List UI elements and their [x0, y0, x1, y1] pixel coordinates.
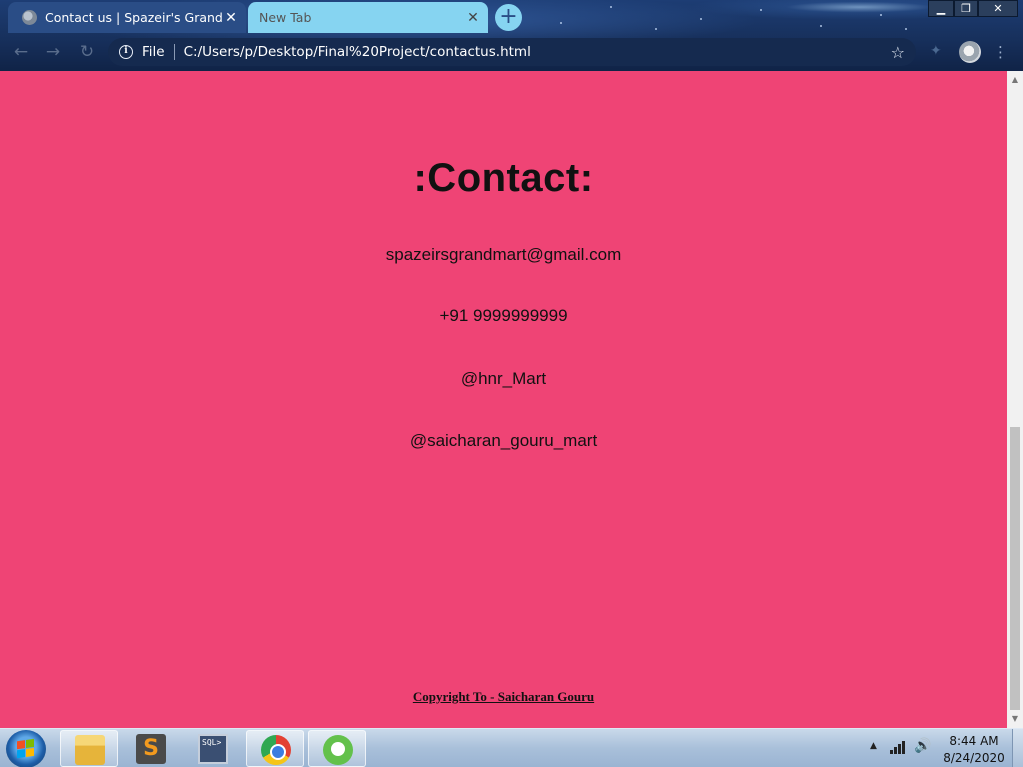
scroll-up-arrow-icon[interactable]: ▲	[1007, 73, 1023, 87]
volume-icon[interactable]: 🔊	[914, 738, 931, 754]
scroll-down-arrow-icon[interactable]: ▼	[1007, 712, 1023, 726]
back-arrow-icon[interactable]: ←	[10, 41, 32, 63]
network-signal-icon[interactable]	[890, 740, 908, 754]
contact-email: spazeirsgrandmart@gmail.com	[385, 245, 622, 264]
system-clock[interactable]: 8:44 AM 8/24/2020	[938, 733, 1010, 767]
clock-time: 8:44 AM	[949, 734, 999, 748]
social-handle-2: @saicharan_gouru_mart	[409, 431, 598, 450]
show-desktop-button[interactable]	[1012, 729, 1023, 767]
folder-icon	[75, 735, 105, 765]
tab-title: Contact us | Spazeir's Grand Mart	[45, 10, 222, 25]
restore-button[interactable]: ❐	[954, 0, 978, 17]
taskbar-sublime[interactable]: S	[122, 730, 180, 767]
reload-icon[interactable]: ↻	[76, 41, 98, 63]
contact-phone: +91 9999999999	[439, 306, 568, 325]
scheme-label: File	[142, 44, 165, 60]
scrollbar-thumb[interactable]	[1010, 427, 1020, 710]
windows-logo-icon	[17, 738, 35, 760]
taskbar-green-app[interactable]	[308, 730, 366, 767]
vertical-scrollbar[interactable]: ▲ ▼	[1007, 71, 1023, 728]
window-close-button[interactable]: ✕	[978, 0, 1018, 17]
start-button[interactable]	[6, 730, 46, 767]
minimize-button[interactable]: ▁	[928, 0, 954, 17]
profile-avatar[interactable]	[959, 41, 981, 63]
new-tab-button[interactable]: +	[495, 4, 522, 31]
chrome-icon	[261, 735, 291, 765]
social-handle-1: @hnr_Mart	[460, 369, 547, 388]
page-heading: :Contact:	[413, 156, 594, 200]
tab-close-icon[interactable]: ✕	[464, 10, 482, 26]
globe-favicon-icon	[22, 10, 37, 25]
address-bar[interactable]: i File C:/Users/p/Desktop/Final%20Projec…	[108, 38, 916, 66]
forward-arrow-icon[interactable]: →	[42, 41, 64, 63]
url-text[interactable]: C:/Users/p/Desktop/Final%20Project/conta…	[184, 44, 891, 60]
footer-copyright: Copyright To - Saicharan Gouru	[412, 689, 595, 704]
show-hidden-icons-icon[interactable]: ▲	[870, 741, 877, 751]
page-viewport: :Contact: spazeirsgrandmart@gmail.com +9…	[0, 71, 1007, 728]
info-icon[interactable]: i	[119, 45, 133, 59]
taskbar-sql[interactable]: SQL>	[184, 730, 242, 767]
address-divider	[173, 44, 175, 60]
tab-contact-us[interactable]: Contact us | Spazeir's Grand Mart ✕	[8, 2, 246, 33]
sublime-text-icon: S	[136, 734, 166, 764]
green-app-icon	[323, 735, 353, 765]
browser-chrome: Contact us | Spazeir's Grand Mart ✕ New …	[0, 0, 1023, 71]
bookmark-star-icon[interactable]: ☆	[891, 43, 905, 62]
sql-console-icon: SQL>	[198, 734, 228, 764]
extension-puzzle-icon[interactable]: ✦	[930, 43, 946, 59]
taskbar-chrome[interactable]	[246, 730, 304, 767]
tab-title: New Tab	[259, 10, 312, 25]
taskbar-explorer[interactable]	[60, 730, 118, 767]
tab-new-tab[interactable]: New Tab ✕	[248, 2, 488, 33]
browser-menu-icon[interactable]: ⋮	[993, 41, 1008, 63]
windows-taskbar: S SQL> ▲ 🔊 8:44 AM 8/24/2020	[0, 728, 1023, 767]
clock-date: 8/24/2020	[943, 751, 1005, 765]
tab-close-icon[interactable]: ✕	[222, 10, 240, 26]
